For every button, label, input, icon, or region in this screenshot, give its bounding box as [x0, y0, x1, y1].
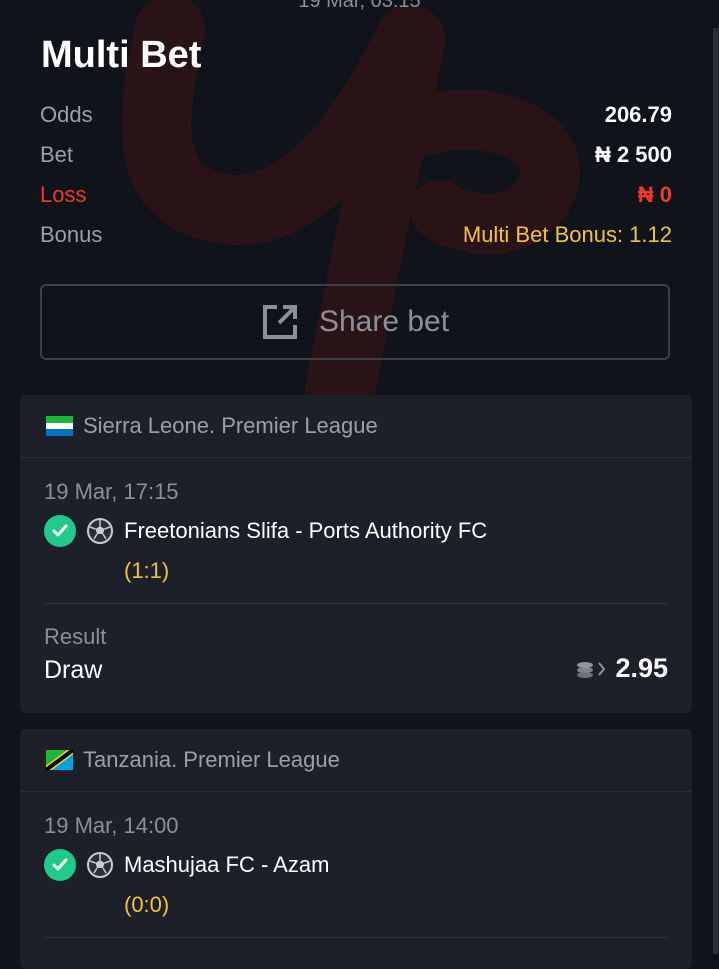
loss-value: ₦ 0	[637, 182, 672, 207]
bet-value: ₦ 2 500	[594, 142, 672, 167]
odds-number: 2.95	[615, 653, 668, 683]
bonus-row: Bonus Multi Bet Bonus: 1.12	[40, 220, 672, 250]
match-line: Mashujaa FC - Azam	[44, 849, 329, 881]
league-name: Sierra Leone. Premier League	[83, 413, 378, 438]
page-title: Multi Bet	[41, 34, 202, 76]
coins-icon	[577, 661, 606, 678]
share-icon	[262, 305, 297, 339]
league-header: Tanzania. Premier League	[20, 729, 692, 792]
match-score: (1:1)	[124, 558, 170, 583]
bet-card: Sierra Leone. Premier League 19 Mar, 17:…	[20, 395, 692, 713]
bonus-value: Multi Bet Bonus: 1.12	[462, 222, 672, 247]
result-odds: 2.95	[575, 653, 668, 684]
top-date: 19 Mar, 03:15	[298, 0, 421, 12]
match-teams[interactable]: Freetonians Slifa - Ports Authority FC	[124, 518, 487, 544]
event-date: 19 Mar, 14:00	[44, 813, 179, 838]
bet-row: Bet ₦ 2 500	[40, 140, 672, 170]
bonus-label: Bonus	[40, 222, 103, 247]
league-header: Sierra Leone. Premier League	[20, 395, 692, 458]
share-bet-label: Share bet	[318, 305, 450, 338]
result-label: Result	[44, 624, 107, 649]
scrollbar[interactable]	[713, 28, 719, 954]
check-icon	[44, 515, 76, 547]
league-name: Tanzania. Premier League	[83, 747, 340, 772]
match-teams[interactable]: Mashujaa FC - Azam	[124, 852, 329, 878]
odds-label: Odds	[40, 102, 93, 127]
bet-label: Bet	[40, 142, 74, 167]
sierra-leone-flag-icon	[46, 416, 73, 436]
bet-card: Tanzania. Premier League 19 Mar, 14:00 M…	[20, 729, 692, 969]
tanzania-flag-icon	[46, 750, 73, 770]
check-icon	[44, 849, 76, 881]
loss-label: Loss	[40, 182, 87, 207]
odds-row: Odds 206.79	[40, 100, 672, 130]
match-line: Freetonians Slifa - Ports Authority FC	[44, 515, 487, 547]
divider	[44, 937, 668, 938]
odds-value: 206.79	[604, 102, 672, 127]
result-value: Draw	[44, 656, 103, 684]
soccer-ball-icon	[87, 852, 113, 878]
match-score: (0:0)	[124, 892, 170, 917]
loss-row: Loss ₦ 0	[40, 180, 672, 210]
share-bet-button[interactable]: Share bet	[40, 284, 670, 360]
soccer-ball-icon	[87, 518, 113, 544]
event-date: 19 Mar, 17:15	[44, 479, 179, 504]
divider	[44, 603, 668, 604]
